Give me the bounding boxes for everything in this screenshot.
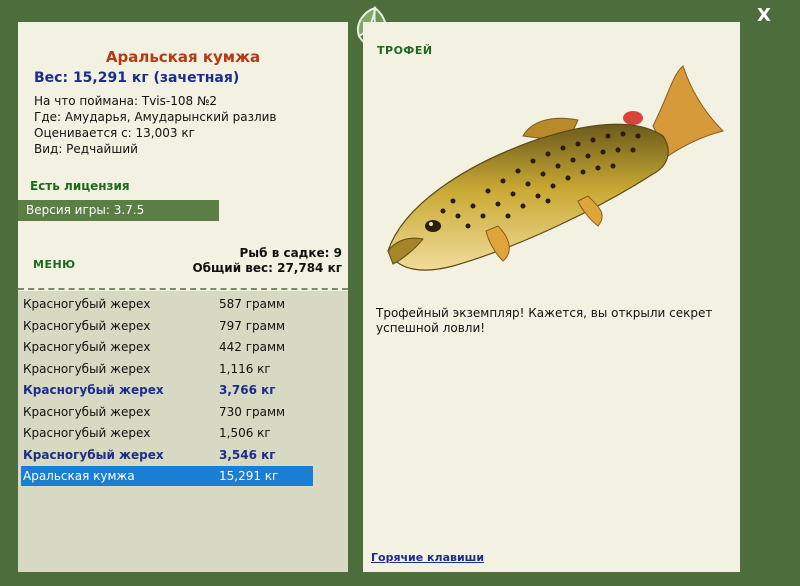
- catch-fish-weight: 3,766 кг: [219, 383, 276, 397]
- keepnet-total-weight: Общий вес: 27,784 кг: [192, 261, 342, 275]
- trophy-message: Трофейный экземпляр! Кажется, вы открыли…: [376, 306, 713, 335]
- catch-fish-weight: 587 грамм: [219, 297, 286, 311]
- catch-fish-name: Красногубый жерех: [23, 297, 151, 311]
- catch-list-item[interactable]: Аральская кумжа 15,291 кг: [21, 466, 313, 486]
- close-button[interactable]: X: [752, 6, 776, 26]
- license-status: Есть лицензия: [30, 179, 130, 193]
- fish-name: Аральская кумжа: [105, 48, 261, 66]
- catch-fish-weight: 3,546 кг: [219, 447, 276, 462]
- trophy-panel: ТРОФЕЙ Трофейный экземпляр! Кажется, вы …: [363, 22, 740, 572]
- catch-list: Красногубый жерех 587 грамм Красногубый же…: [18, 291, 348, 572]
- game-window: X Аральская кумжа Вес: 15,291 кг (зачетн…: [0, 0, 800, 586]
- catch-list-item[interactable]: Красногубый жерех 3,766 кг: [21, 380, 313, 400]
- catch-list-item[interactable]: Красногубый жерех 1,116 кг: [21, 359, 313, 379]
- catch-list-item[interactable]: Красногубый жерех 1,506 кг: [21, 423, 313, 443]
- catch-fish-weight: 15,291 кг: [219, 469, 279, 483]
- catch-fish-weight: 730 грамм: [219, 404, 286, 419]
- divider: [18, 288, 348, 290]
- catch-fish-name: Красногубый жерех: [23, 340, 151, 354]
- catch-fish-name: Красногубый жерех: [23, 361, 151, 376]
- catch-list-item[interactable]: Красногубый жерех 730 грамм: [21, 402, 313, 422]
- catch-fish-name: Красногубый жерех: [23, 447, 164, 462]
- catch-list-item[interactable]: Красногубый жерех 587 грамм: [21, 294, 313, 314]
- rarity-info: Вид: Редчайший: [34, 142, 138, 156]
- location-info: Где: Амударья, Амударынский разлив: [34, 110, 277, 124]
- game-version: Версия игры: 3.7.5: [18, 200, 219, 221]
- catch-list-item[interactable]: Красногубый жерех 3,546 кг: [21, 445, 313, 465]
- menu-button[interactable]: МЕНЮ: [33, 258, 76, 271]
- catch-fish-name: Красногубый жерех: [23, 383, 164, 397]
- trout-image: [387, 65, 724, 271]
- keepnet-stats: Рыб в садке: 9 Общий вес: 27,784 кг: [192, 246, 342, 276]
- hotkeys-link[interactable]: Горячие клавиши: [371, 551, 484, 564]
- value-info: Оценивается с: 13,003 кг: [34, 126, 195, 140]
- catch-fish-name: Красногубый жерех: [23, 426, 151, 440]
- catch-fish-name: Аральская кумжа: [23, 469, 135, 483]
- keepnet-count: Рыб в садке: 9: [239, 246, 343, 260]
- catch-fish-weight: 797 грамм: [219, 318, 286, 333]
- catch-fish-weight: 1,116 кг: [219, 361, 271, 376]
- catch-fish-weight: 442 грамм: [219, 340, 286, 354]
- bait-info: На что поймана: Tvis-108 №2: [34, 94, 218, 108]
- catch-list-item[interactable]: Красногубый жерех 442 грамм: [21, 337, 313, 357]
- fish-weight: Вес: 15,291 кг (зачетная): [34, 70, 240, 86]
- catch-list-item[interactable]: Красногубый жерех 797 грамм: [21, 316, 313, 336]
- catch-fish-name: Красногубый жерех: [23, 404, 151, 419]
- catch-fish-weight: 1,506 кг: [219, 426, 271, 440]
- fish-info-panel: Аральская кумжа Вес: 15,291 кг (зачетная…: [18, 22, 348, 572]
- catch-fish-name: Красногубый жерех: [23, 318, 151, 333]
